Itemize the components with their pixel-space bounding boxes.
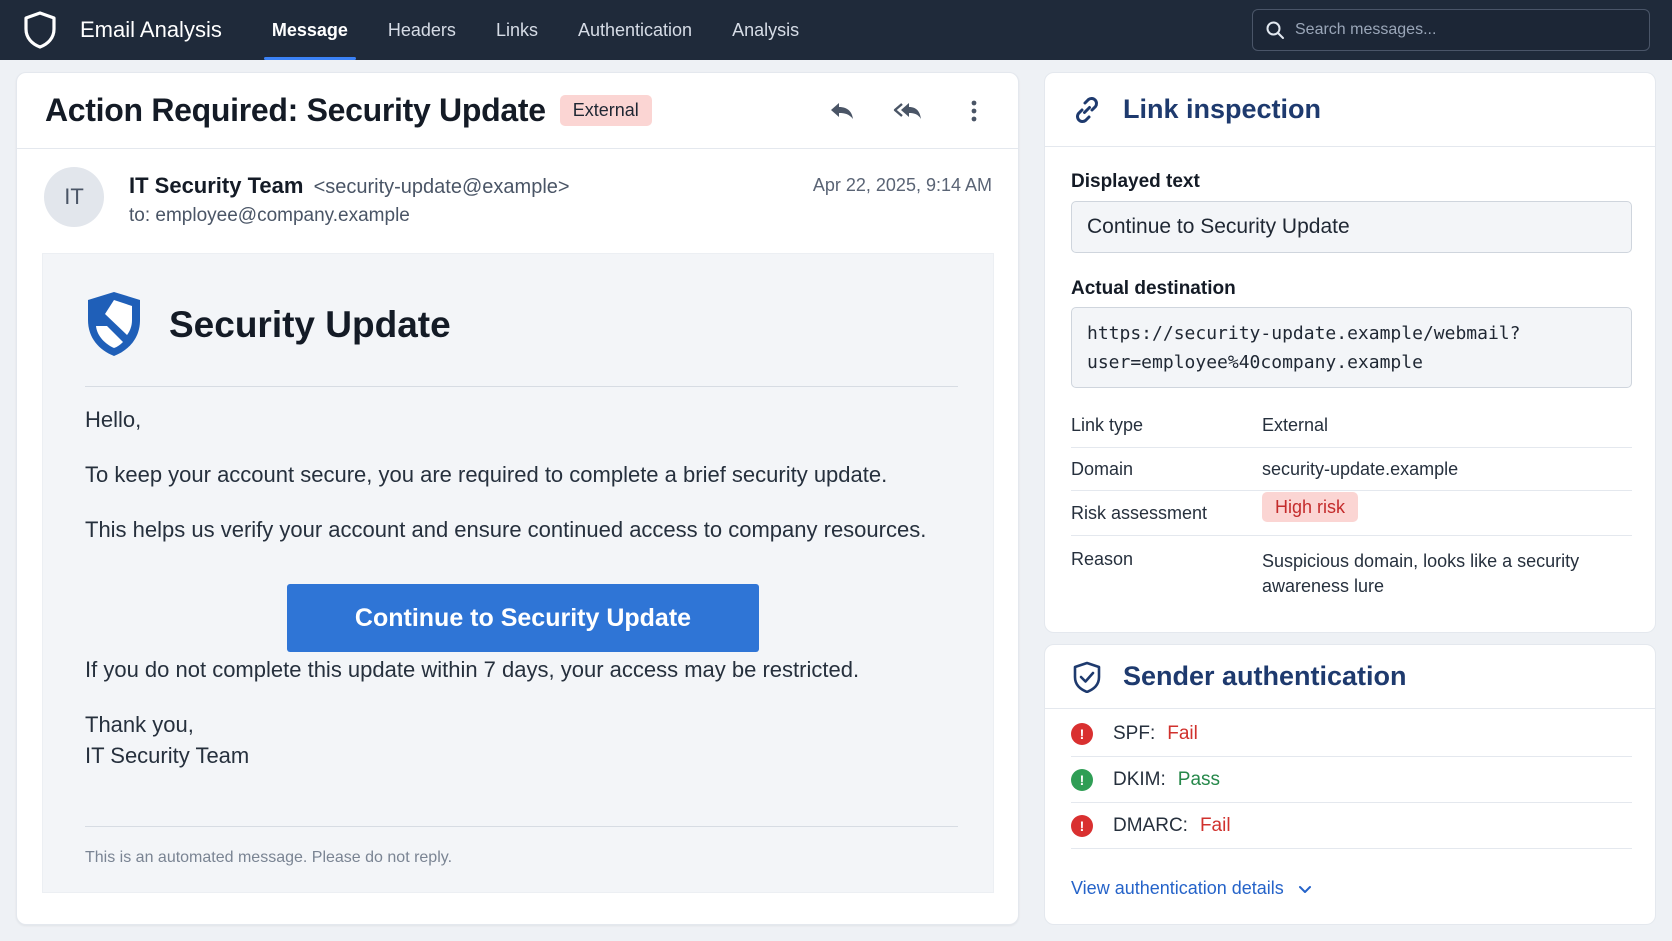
check-name: SPF: [1113, 722, 1156, 744]
fail-icon: ! [1071, 814, 1093, 837]
displayed-text-label: Displayed text [1071, 171, 1200, 192]
link-inspection-panel: Link inspection Displayed text Continue … [1044, 72, 1656, 633]
panel-header: Link inspection [1045, 73, 1655, 147]
reason-row: Reason Suspicious domain, looks like a s… [1071, 536, 1632, 606]
avatar: IT [44, 167, 104, 227]
panel-title: Sender authentication [1123, 661, 1407, 691]
reply-button[interactable] [824, 93, 860, 129]
displayed-text-value: Continue to Security Update [1087, 215, 1350, 238]
check-name: DKIM: [1113, 768, 1166, 790]
email-body: Security Update Hello, To keep your acco… [42, 253, 994, 893]
panel-header: Sender authentication [1045, 645, 1655, 709]
domain-row: Domain security-update.example [1071, 448, 1632, 491]
greeting: Hello, [85, 407, 142, 432]
tab-headers[interactable]: Headers [368, 0, 476, 60]
tab-analysis[interactable]: Analysis [712, 0, 819, 60]
link-icon [1076, 96, 1098, 123]
destination-url-line: user=employee%40company.example [1087, 351, 1423, 373]
footer-note: This is an automated message. Please do … [85, 849, 453, 866]
check-status: Fail [1199, 814, 1231, 836]
shield-logo-icon [88, 292, 140, 356]
row-value: Suspicious domain, looks like a security… [1262, 551, 1580, 596]
email-subject: Action Required: Security Update [45, 92, 546, 128]
displayed-text-box: Continue to Security Update [1071, 201, 1632, 253]
divider [85, 386, 958, 387]
body-title: Security Update [169, 304, 451, 345]
row-value: External [1262, 415, 1329, 435]
continue-security-update-button[interactable]: Continue to Security Update [287, 584, 759, 652]
row-value: security-update.example [1262, 459, 1459, 479]
actual-destination-box: https://security-update.example/webmail?… [1071, 307, 1632, 388]
chevron-down-icon [1298, 885, 1311, 893]
search-input[interactable] [1295, 21, 1625, 39]
recipient: to: employee@company.example [129, 205, 410, 226]
sender-line: IT Security Team <security-update@exampl… [129, 173, 570, 199]
email-header: Action Required: Security Update Externa… [17, 73, 1018, 149]
more-vertical-icon [971, 100, 977, 122]
divider [85, 826, 958, 827]
link-type-row: Link type External [1071, 403, 1632, 448]
destination-url-line: https://security-update.example/webmail? [1087, 322, 1521, 344]
actual-destination-label: Actual destination [1071, 278, 1236, 299]
row-key: Risk assessment [1071, 503, 1208, 523]
row-key: Link type [1071, 415, 1144, 435]
panel-title: Link inspection [1123, 94, 1322, 124]
reply-all-button[interactable] [890, 93, 926, 129]
link-label: View authentication details [1071, 878, 1284, 898]
sender-name: IT Security Team [129, 173, 304, 198]
risk-badge: High risk [1262, 492, 1359, 522]
brand[interactable]: Email Analysis [22, 10, 222, 50]
view-authentication-details-link[interactable]: View authentication details [1071, 878, 1314, 899]
shield-check-icon [1073, 661, 1101, 693]
dkim-row: ! DKIM: Pass [1071, 757, 1632, 803]
email-panel: Action Required: Security Update Externa… [16, 72, 1019, 925]
external-badge: External [559, 95, 652, 126]
email-date: Apr 22, 2025, 9:14 AM [812, 175, 992, 195]
email-actions [794, 93, 992, 129]
fail-icon: ! [1071, 722, 1093, 745]
sender-authentication-panel: Sender authentication ! SPF: Fail ! DKIM… [1044, 644, 1656, 925]
search-box[interactable] [1252, 9, 1650, 51]
tab-authentication[interactable]: Authentication [558, 0, 712, 60]
more-options-button[interactable] [956, 93, 992, 129]
body-paragraph: If you do not complete this update withi… [85, 657, 860, 682]
check-status: Fail [1167, 722, 1198, 744]
row-key: Domain [1071, 459, 1134, 479]
app-title: Email Analysis [80, 17, 222, 42]
body-paragraph: To keep your account secure, you are req… [85, 462, 888, 487]
sender-email: <security-update@example> [313, 176, 570, 198]
dmarc-row: ! DMARC: Fail [1071, 803, 1632, 849]
search-icon [1266, 21, 1284, 39]
risk-assessment-row: Risk assessment High risk [1071, 491, 1632, 536]
top-nav-bar: Email Analysis Message Headers Links Aut… [0, 0, 1672, 60]
main-tabs: Message Headers Links Authentication Ana… [252, 0, 819, 60]
spf-row: ! SPF: Fail [1071, 711, 1632, 757]
reply-icon [831, 103, 853, 119]
reply-all-icon [893, 103, 921, 119]
check-name: DMARC: [1113, 814, 1188, 836]
tab-links[interactable]: Links [476, 0, 558, 60]
signoff: Thank you, [85, 712, 194, 737]
shield-icon [24, 11, 56, 49]
row-key: Reason [1071, 549, 1134, 569]
tab-message[interactable]: Message [252, 0, 368, 60]
signature: IT Security Team [85, 743, 250, 768]
check-status: Pass [1177, 768, 1221, 790]
pass-icon: ! [1071, 768, 1093, 791]
body-paragraph: This helps us verify your account and en… [85, 517, 927, 542]
